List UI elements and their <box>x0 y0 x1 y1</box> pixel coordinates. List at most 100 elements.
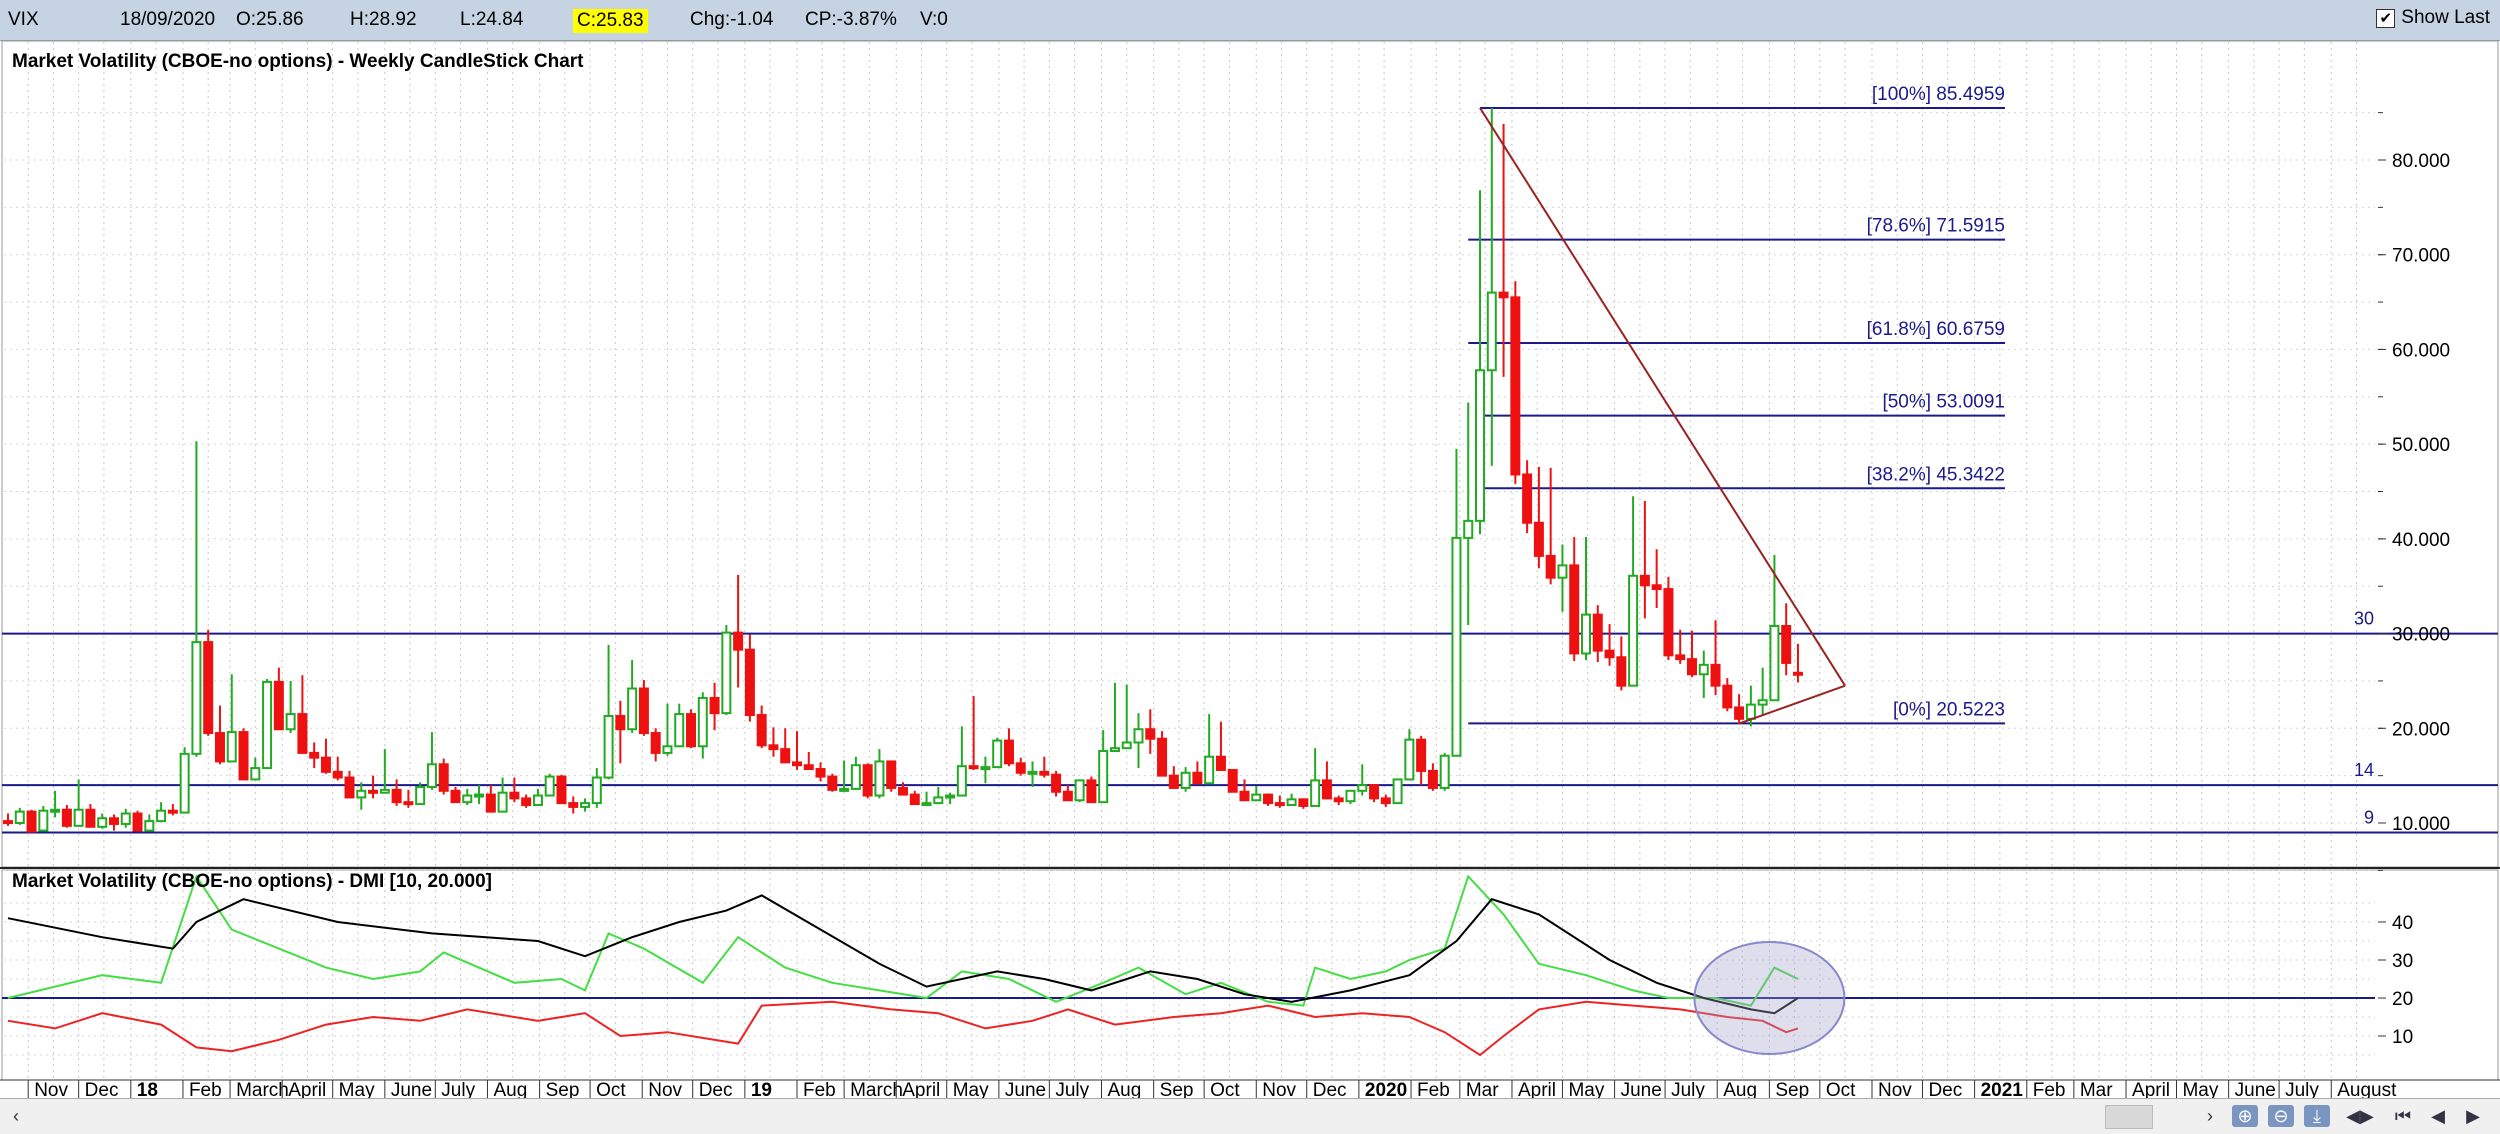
candle-body <box>874 760 885 797</box>
candle-body <box>521 797 532 807</box>
candle-body <box>580 802 591 808</box>
zoom-out-icon[interactable]: ⊖ <box>2268 1105 2294 1127</box>
candle-body <box>956 765 967 797</box>
candle-body <box>1698 663 1709 676</box>
candle-body <box>509 791 520 800</box>
candle-body <box>768 744 779 751</box>
candle-body <box>921 802 932 807</box>
candle-body <box>650 732 661 754</box>
candle-body <box>61 808 72 827</box>
candle-body <box>344 776 355 799</box>
candle-body <box>1510 296 1521 476</box>
price-axis-label: 80.000 <box>2392 151 2450 172</box>
candle-body <box>1745 703 1756 720</box>
candle-body <box>1286 798 1297 807</box>
candle-body <box>273 680 284 731</box>
candle-body <box>1369 784 1380 800</box>
show-last-toggle[interactable]: ✔ Show Last <box>2376 7 2490 29</box>
candle-body <box>1439 754 1450 789</box>
zoom-fit-icon[interactable]: ⤓ <box>2304 1105 2330 1127</box>
candle-body <box>250 767 261 781</box>
candle-body <box>1675 654 1686 661</box>
price-axis-label: 10.000 <box>2392 814 2450 835</box>
x-axis-label: July <box>2285 1080 2319 1098</box>
zoom-in-icon[interactable]: ⊕ <box>2232 1105 2258 1127</box>
candle-body <box>556 775 567 805</box>
candle-body <box>144 820 155 832</box>
candle-body <box>744 648 755 717</box>
candle-body <box>1722 684 1733 709</box>
scroll-left-icon[interactable]: ‹ <box>6 1105 26 1127</box>
candle-body <box>1380 797 1391 805</box>
candle-body <box>309 751 320 759</box>
x-axis-label: Nov <box>648 1080 682 1098</box>
candle-body <box>26 810 37 833</box>
candle-body <box>403 801 414 806</box>
x-axis-label: Mar <box>1466 1080 1499 1098</box>
candle-body <box>1522 473 1533 524</box>
candle-body <box>368 789 379 794</box>
candle-body <box>1204 755 1215 785</box>
scroll-thumb[interactable] <box>2105 1105 2153 1129</box>
chart-scrollbar[interactable]: ‹ › ⊕ ⊖ ⤓ ◀▶ ⏮ ◀ ▶ <box>0 1098 2500 1134</box>
candle-body <box>179 752 190 814</box>
x-axis-label: May <box>2182 1080 2218 1098</box>
step-back-icon[interactable]: ◀ <box>2425 1105 2451 1127</box>
candle-body <box>1133 728 1144 744</box>
jump-start-icon[interactable]: ⏮ <box>2390 1105 2416 1127</box>
candle-body <box>756 714 767 747</box>
candle-body <box>1192 771 1203 785</box>
x-axis-label: March <box>236 1080 289 1098</box>
candle-body <box>1769 624 1780 702</box>
dmi-adx-line <box>7 894 1799 1015</box>
candle-body <box>1109 747 1120 753</box>
candle-body <box>686 713 697 748</box>
show-last-checkbox[interactable]: ✔ <box>2376 8 2396 28</box>
horizontal-level-label: 14 <box>2354 760 2374 780</box>
x-axis-label: July <box>441 1080 475 1098</box>
candle-body <box>85 808 96 828</box>
candle-body <box>14 810 25 824</box>
candle-body <box>1781 624 1792 664</box>
scroll-both-icon[interactable]: ◀▶ <box>2345 1105 2375 1127</box>
candle-body <box>462 794 473 804</box>
candle-body <box>839 787 850 792</box>
x-axis-label: Sep <box>546 1080 580 1098</box>
dmi-pane-border <box>1 869 2499 1081</box>
candle-body <box>426 763 437 789</box>
step-forward-icon[interactable]: ▶ <box>2460 1105 2486 1127</box>
candle-body <box>1310 779 1321 807</box>
x-axis-label: Mar <box>2080 1080 2113 1098</box>
candle-body <box>1098 750 1109 804</box>
candle-body <box>1003 739 1014 765</box>
dmi-minus-di-line <box>7 1000 1799 1057</box>
candle-body <box>1321 779 1332 800</box>
horizontal-level-label: 9 <box>2364 807 2374 827</box>
candle-body <box>1345 789 1356 803</box>
candle-body <box>1121 741 1132 750</box>
x-axis-label: Oct <box>1826 1080 1856 1098</box>
candle-body <box>1404 738 1415 781</box>
candle-body <box>1416 738 1427 772</box>
candle-body <box>850 764 861 790</box>
price-axis-label: 50.000 <box>2392 435 2450 456</box>
x-axis-label: Dec <box>85 1080 119 1098</box>
open-label: O:25.86 <box>236 9 304 30</box>
candle-body <box>285 713 296 731</box>
candle-body <box>262 680 273 770</box>
candle-body <box>544 775 555 797</box>
price-chart-title: Market Volatility (CBOE-no options) - We… <box>12 51 584 72</box>
candle-body <box>297 713 308 754</box>
candle-body <box>1015 762 1026 774</box>
symbol-label: VIX <box>8 9 39 30</box>
x-axis-label: Dec <box>1928 1080 1962 1098</box>
candle-body <box>1475 369 1486 522</box>
candle-body <box>792 761 802 767</box>
candle-body <box>1074 779 1085 802</box>
candle-body <box>1039 770 1050 776</box>
candle-body <box>450 789 461 804</box>
chart-canvas[interactable]: 30 14 9 [100%] 85.4959 [78.6%] 71.5915 [61.8%… <box>0 40 2500 1098</box>
scroll-right-icon[interactable]: › <box>2200 1105 2220 1127</box>
candle-body <box>3 820 13 825</box>
candle-body <box>1027 770 1038 775</box>
